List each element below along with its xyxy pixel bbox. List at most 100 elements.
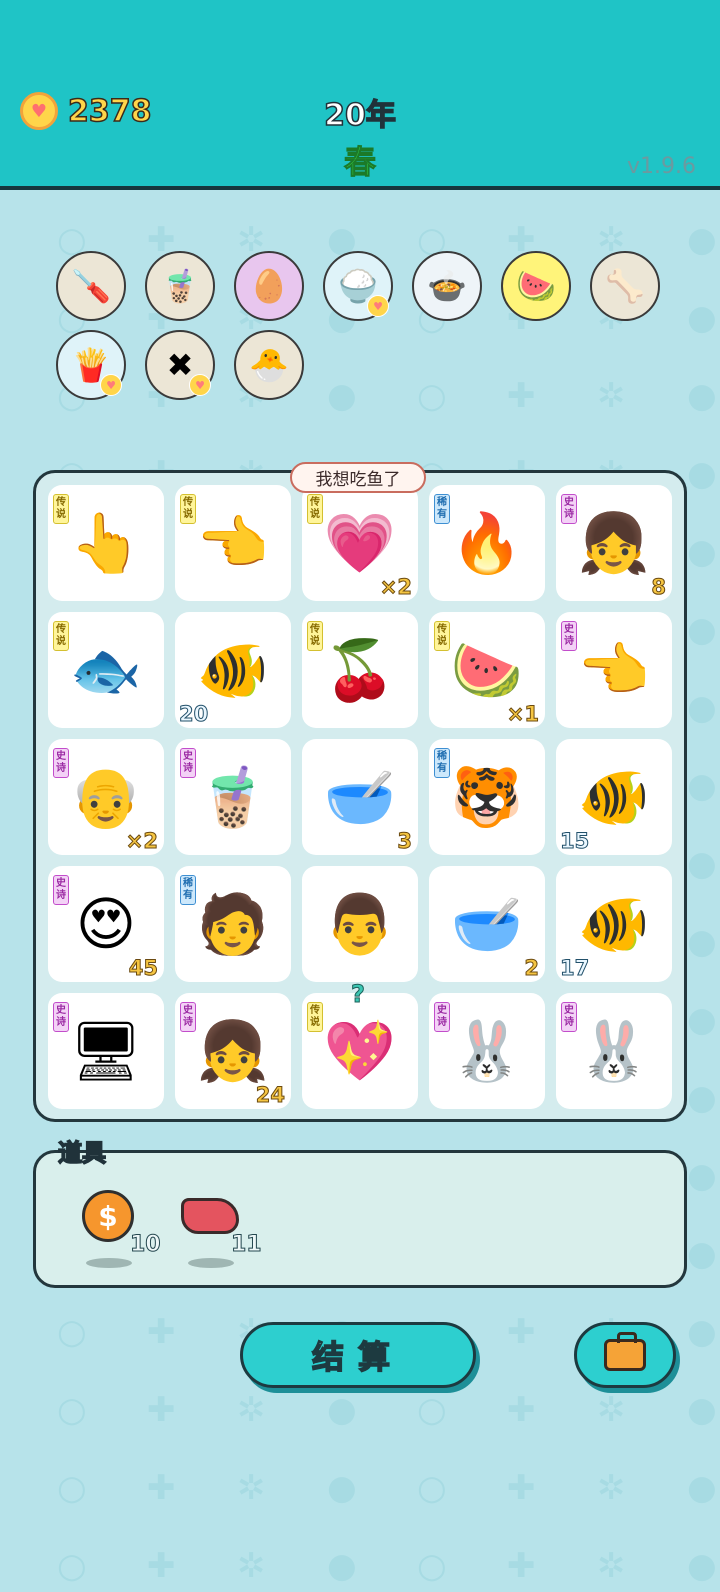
item-slot-ad-skip[interactable]: ✖ ♥ — [145, 330, 215, 400]
pattern-glyph: ✚ — [147, 1546, 176, 1586]
item-slot-bubble-tea[interactable]: 🧋 — [145, 251, 215, 321]
board-cell[interactable]: 👨 — [302, 866, 418, 982]
pet-food-icon: 🦴 — [605, 267, 645, 305]
board-cell[interactable]: 👈 史诗 — [556, 612, 672, 728]
board-cell[interactable]: 👆 传说 — [48, 485, 164, 601]
rarity-tag: 史诗 — [180, 748, 196, 778]
tool-shadow — [86, 1258, 132, 1268]
board-cell[interactable]: 💖 传说 — [302, 993, 418, 1109]
rarity-tag: 传说 — [307, 1002, 323, 1032]
heart-badge-icon: ♥ — [189, 374, 211, 396]
girl-face-heart-icon: 💗 — [323, 508, 397, 577]
rarity-tag: 史诗 — [434, 1002, 450, 1032]
board-cell[interactable]: 🍉 传说 ×1 — [429, 612, 545, 728]
board-cell[interactable]: 🐟 传说 — [48, 612, 164, 728]
board-cell[interactable]: 🥣 2 — [429, 866, 545, 982]
item-count: ×1 — [506, 702, 539, 727]
item-slot-screwdriver[interactable]: 🪛 — [56, 251, 126, 321]
fire-gem-icon: 🔥 — [450, 508, 524, 577]
love-eyes-old-man-icon: 😍 — [75, 890, 137, 958]
soup-bowl-icon: 🥣 — [323, 762, 397, 831]
item-slot-pot[interactable]: 🍲 — [412, 251, 482, 321]
speech-bubble: 我想吃鱼了 — [290, 462, 426, 493]
bucket-hat-man-icon: 🧑 — [196, 889, 270, 958]
item-count: 3 — [397, 829, 413, 854]
goldfish-icon: 🐠 — [577, 889, 651, 958]
pattern-glyph: ✚ — [507, 1390, 536, 1430]
item-slot-rice-bowl[interactable]: 🍚 ♥ — [323, 251, 393, 321]
item-slot-pet-food[interactable]: 🦴 — [590, 251, 660, 321]
rarity-tag: 传说 — [307, 494, 323, 524]
item-count: 24 — [255, 1083, 285, 1108]
board-cell[interactable]: 👴 史诗 ×2 — [48, 739, 164, 855]
board-cell[interactable]: 😍 史诗 45 — [48, 866, 164, 982]
pattern-glyph: ● — [327, 1546, 357, 1586]
board-cell[interactable]: 🐰 史诗 — [556, 993, 672, 1109]
glasses-old-man-icon: 👨 — [323, 889, 397, 958]
heart-badge-icon: ♥ — [367, 295, 389, 317]
rarity-tag: 史诗 — [561, 494, 577, 524]
item-slot-fruit-basket[interactable]: 🍉 — [501, 251, 571, 321]
board-cell[interactable]: 🐠 17 — [556, 866, 672, 982]
watermelon-x-icon: 🍉 — [450, 635, 524, 704]
pattern-glyph: ● — [687, 1234, 717, 1274]
rarity-tag: 史诗 — [180, 1002, 196, 1032]
rarity-tag: 传说 — [434, 621, 450, 651]
pattern-glyph: ● — [687, 844, 717, 884]
tool-shadow — [188, 1258, 234, 1268]
golden-hand-icon: 👆 — [69, 508, 143, 577]
board-cell[interactable]: 👈 传说 — [175, 485, 291, 601]
pattern-glyph: ✲ — [237, 1546, 266, 1586]
pattern-glyph: ● — [687, 766, 717, 806]
bubble-tea-cup-icon: 🧋 — [196, 762, 270, 831]
rarity-tag: 稀有 — [180, 875, 196, 905]
board-cell[interactable]: 🖥 史诗 — [48, 993, 164, 1109]
pattern-glyph: ✚ — [507, 1468, 536, 1508]
settle-label: 结算 — [311, 1337, 404, 1377]
board-cell[interactable]: 👧 史诗 24 — [175, 993, 291, 1109]
rarity-tag: 史诗 — [561, 621, 577, 651]
pattern-glyph: ✚ — [507, 1546, 536, 1586]
item-slot-egg[interactable]: 🥚 — [234, 251, 304, 321]
pattern-glyph: ● — [687, 1156, 717, 1196]
board-cell[interactable]: 🧑 稀有 — [175, 866, 291, 982]
pattern-glyph: ● — [687, 532, 717, 572]
item-count: 2 — [524, 956, 540, 981]
braided-girl-icon: 👧 — [196, 1016, 270, 1085]
pattern-glyph: ○ — [417, 1546, 447, 1586]
pattern-glyph: ○ — [417, 1390, 447, 1430]
board-cell[interactable]: 🐠 20 — [175, 612, 291, 728]
heart-badge-icon: ♥ — [100, 374, 122, 396]
item-count: ×2 — [379, 575, 412, 600]
question-mark: ? — [351, 980, 366, 1009]
season-label: 春 — [343, 143, 376, 182]
pattern-glyph: ● — [327, 376, 357, 416]
pattern-glyph: ✲ — [597, 376, 626, 416]
board-cell[interactable]: 🍒 传说 — [302, 612, 418, 728]
board-cell[interactable]: 🥣 3 — [302, 739, 418, 855]
board-cell[interactable]: 🔥 稀有 — [429, 485, 545, 601]
pattern-glyph: ✚ — [147, 1390, 176, 1430]
rarity-tag: 稀有 — [434, 494, 450, 524]
board-cell[interactable]: 🐯 稀有 — [429, 739, 545, 855]
tools-title: 道具 — [57, 1138, 107, 1168]
rarity-tag: 传说 — [180, 494, 196, 524]
item-slot-fries[interactable]: 🍟 ♥ — [56, 330, 126, 400]
pattern-glyph: ○ — [417, 1468, 447, 1508]
rarity-tag: 传说 — [53, 621, 69, 651]
board-cell[interactable]: 👧 史诗 8 — [556, 485, 672, 601]
tool-dollar-coin[interactable]: $ — [78, 1186, 138, 1246]
item-count: 17 — [559, 956, 590, 981]
settle-button[interactable]: 结算 — [240, 1322, 476, 1388]
board-cell[interactable]: 🐰 史诗 — [429, 993, 545, 1109]
tiger-icon: 🐯 — [450, 762, 524, 831]
item-slot-chick[interactable]: 🐣 — [234, 330, 304, 400]
liver-icon — [181, 1198, 239, 1234]
pattern-glyph: ● — [687, 298, 717, 338]
board-cell[interactable]: 🐠 15 — [556, 739, 672, 855]
bag-button[interactable] — [574, 1322, 676, 1388]
board-cell[interactable]: 💗 传说 ×2 — [302, 485, 418, 601]
pointing-hand-icon: 👈 — [196, 508, 270, 577]
goldfish-icon: 🐠 — [196, 635, 270, 704]
board-cell[interactable]: 🧋 史诗 — [175, 739, 291, 855]
